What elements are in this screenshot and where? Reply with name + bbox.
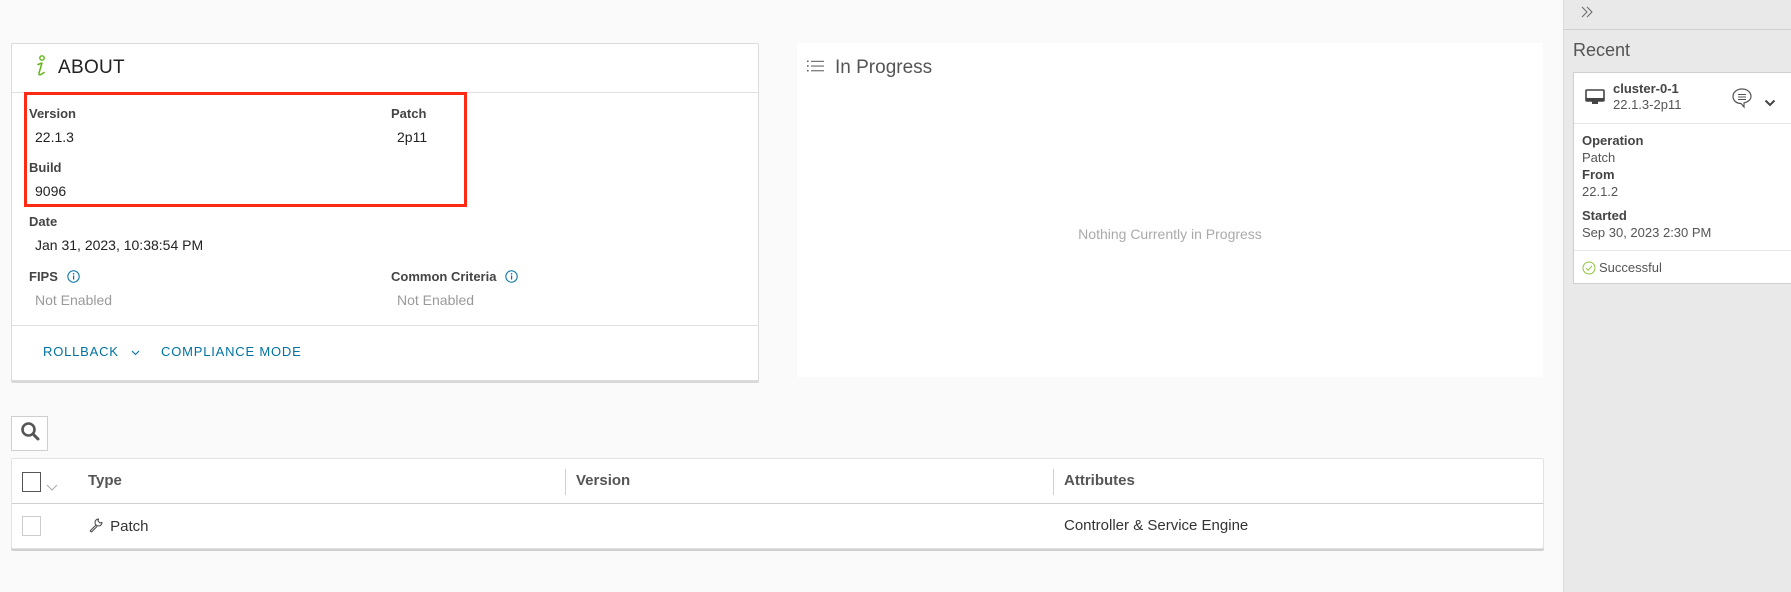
double-chevron-right-icon[interactable] <box>1580 5 1594 23</box>
date-label: Date <box>29 214 58 229</box>
empty-state-text: Nothing Currently in Progress <box>1078 226 1262 242</box>
chevron-down-icon[interactable] <box>46 478 58 496</box>
grid-header-row: Type Version Attributes <box>12 459 1543 504</box>
status-badge: Successful <box>1599 260 1662 275</box>
fips-label: FIPS <box>29 269 58 284</box>
common-criteria-label: Common Criteria <box>391 269 497 284</box>
compliance-mode-button[interactable]: COMPLIANCE MODE <box>161 344 302 359</box>
column-header-attributes[interactable]: Attributes <box>1064 472 1135 489</box>
patch-datagrid: Type Version Attributes Patch Controller… <box>11 458 1544 549</box>
select-all-checkbox[interactable] <box>22 472 41 492</box>
check-circle-icon <box>1582 261 1596 280</box>
version-value: 22.1.3 <box>35 129 74 145</box>
chevron-down-icon[interactable] <box>1764 94 1776 112</box>
common-criteria-value: Not Enabled <box>397 292 475 308</box>
info-circle-icon[interactable] <box>505 270 518 286</box>
column-header-version[interactable]: Version <box>576 472 630 489</box>
build-value: 9096 <box>35 183 67 199</box>
table-row: Patch Controller & Service Engine <box>12 504 1543 549</box>
date-value: Jan 31, 2023, 10:38:54 PM <box>35 237 204 253</box>
operation-value: Patch <box>1582 150 1616 165</box>
monitor-icon <box>1585 89 1605 112</box>
patch-label: Patch <box>391 106 427 121</box>
column-separator[interactable] <box>1053 469 1054 495</box>
common-criteria-label-group: Common Criteria <box>391 269 518 286</box>
recent-title: Recent <box>1573 40 1631 60</box>
about-title: ABOUT <box>58 57 125 78</box>
from-label: From <box>1582 167 1615 182</box>
about-header: ABOUT <box>12 44 758 93</box>
list-icon <box>807 59 825 78</box>
column-header-type[interactable]: Type <box>88 472 122 489</box>
cluster-version: 22.1.3-2p11 <box>1613 97 1682 112</box>
chevron-down-icon <box>131 344 140 359</box>
recent-operation-card: cluster-0-1 22.1.3-2p11 Operation Patch … <box>1573 72 1791 284</box>
column-separator[interactable] <box>565 469 566 495</box>
row-checkbox[interactable] <box>22 516 41 536</box>
build-label: Build <box>29 160 62 175</box>
info-circle-icon[interactable] <box>66 270 80 286</box>
recent-card-header: cluster-0-1 22.1.3-2p11 <box>1574 73 1791 124</box>
in-progress-card: In Progress Nothing Currently in Progres… <box>797 43 1543 377</box>
started-label: Started <box>1582 208 1627 223</box>
in-progress-header: In Progress <box>807 57 932 79</box>
about-card: ABOUT Version 22.1.3 Patch 2p11 Build 90… <box>11 43 759 381</box>
cluster-name: cluster-0-1 <box>1613 81 1679 96</box>
rollback-label: ROLLBACK <box>43 344 119 359</box>
wrench-icon <box>88 517 104 537</box>
started-value: Sep 30, 2023 2:30 PM <box>1582 225 1712 240</box>
in-progress-title: In Progress <box>835 57 933 78</box>
fips-label-group: FIPS <box>29 269 80 286</box>
info-italic-icon <box>34 54 48 82</box>
from-value: 22.1.2 <box>1582 184 1619 199</box>
version-label: Version <box>29 106 76 121</box>
sidebar-topbar <box>1564 0 1791 30</box>
rollback-dropdown-button[interactable]: ROLLBACK <box>43 344 140 359</box>
type-cell: Patch <box>88 517 149 537</box>
chat-bubble-icon[interactable] <box>1731 87 1753 114</box>
operation-label: Operation <box>1582 133 1644 148</box>
recent-sidebar: Recent cluster-0-1 22.1.3-2p11 Operation… <box>1563 0 1791 592</box>
status-row: Successful <box>1574 250 1791 284</box>
fips-value: Not Enabled <box>35 292 113 308</box>
search-icon <box>20 421 40 446</box>
attributes-cell: Controller & Service Engine <box>1064 517 1249 534</box>
about-actions: ROLLBACK COMPLIANCE MODE <box>12 325 758 381</box>
search-button[interactable] <box>11 416 48 451</box>
type-value: Patch <box>110 518 149 535</box>
patch-value: 2p11 <box>397 129 428 145</box>
